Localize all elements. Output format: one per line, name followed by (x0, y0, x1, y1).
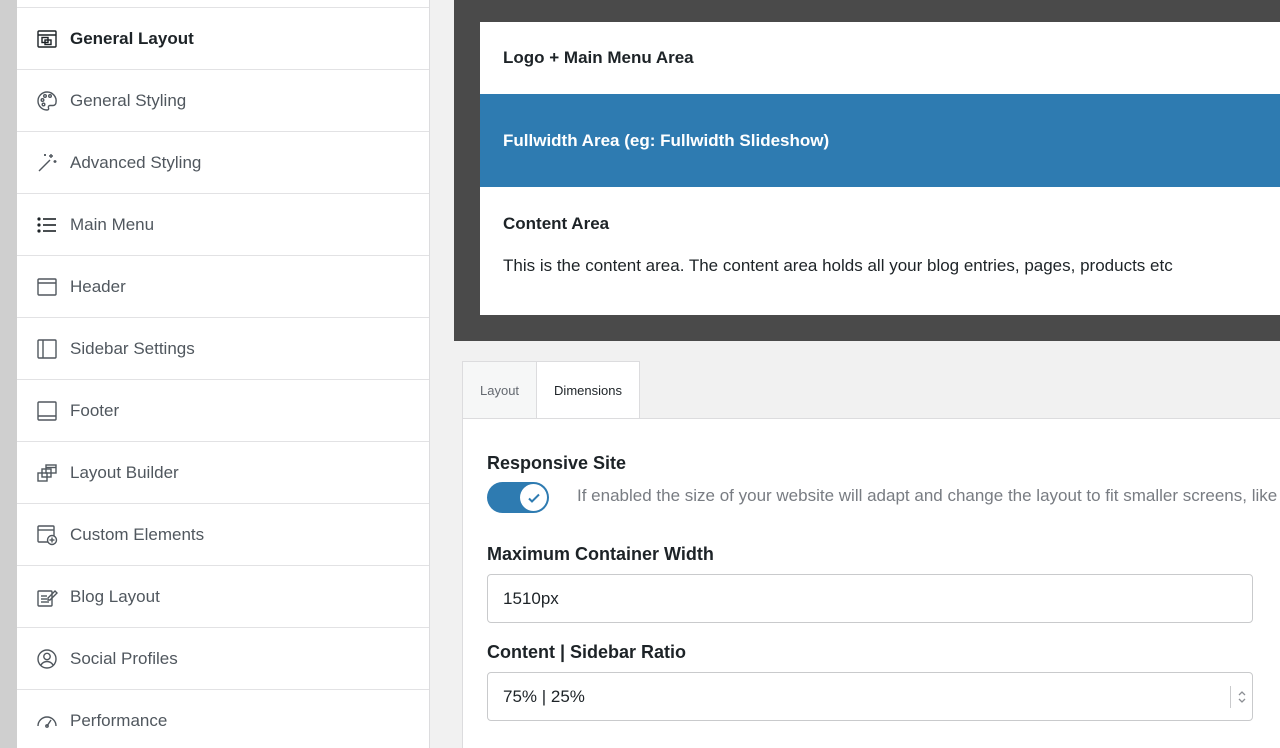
sidebar-item-general-styling[interactable]: General Styling (17, 69, 429, 131)
preview-content-text: This is the content area. The content ar… (503, 256, 1173, 275)
dimensions-panel: Responsive Site If enabled the size of y… (462, 418, 1280, 748)
layout-icon (36, 28, 58, 50)
main-content: Logo + Main Menu Area Fullwidth Area (eg… (430, 0, 1280, 748)
sidebar-item-label: General Styling (70, 90, 187, 110)
sidebar-item-main-menu[interactable]: Main Menu (17, 193, 429, 255)
sidebar-item-footer[interactable]: Footer (17, 379, 429, 441)
list-icon (36, 214, 58, 236)
sidebar-item-performance[interactable]: Performance (17, 689, 429, 748)
sidebar-item-label: Layout Builder (70, 462, 179, 482)
sidebar-item-label: Main Menu (70, 214, 155, 234)
preview-logo-menu-area: Logo + Main Menu Area (480, 22, 1280, 94)
sidebar-item-custom-elements[interactable]: Custom Elements (17, 503, 429, 565)
preview-content-area: Content Area This is the content area. T… (480, 187, 1280, 315)
responsive-site-label: Responsive Site (487, 453, 627, 473)
sidebar-item-general-layout[interactable]: General Layout (17, 7, 429, 69)
sidebar-item-advanced-styling[interactable]: Advanced Styling (17, 131, 429, 193)
ratio-selected-value: 75% | 25% (503, 686, 585, 706)
admin-edge-strip (0, 0, 17, 748)
tab-dimensions[interactable]: Dimensions (537, 361, 640, 419)
header-icon (36, 276, 58, 298)
blog-edit-icon (36, 586, 58, 608)
sidebar-item-label: Sidebar Settings (70, 338, 195, 358)
sidebar-item-label: Footer (70, 400, 120, 420)
sidebar-item-sidebar-settings[interactable]: Sidebar Settings (17, 317, 429, 379)
preview-fullwidth-area: Fullwidth Area (eg: Fullwidth Slideshow) (480, 94, 1280, 187)
sidebar-item-header[interactable]: Header (17, 255, 429, 317)
tab-layout[interactable]: Layout (462, 361, 538, 418)
magic-wand-icon (36, 152, 58, 174)
max-container-width-label: Maximum Container Width (487, 544, 714, 564)
layout-preview: Logo + Main Menu Area Fullwidth Area (eg… (454, 0, 1280, 341)
sidebar-icon (36, 338, 58, 360)
sidebar-item-label: Performance (70, 710, 168, 730)
toggle-knob (520, 484, 547, 511)
sidebar-item-label: Header (70, 276, 126, 296)
sidebar-item-label: Advanced Styling (70, 152, 202, 172)
preview-content-title: Content Area (503, 214, 610, 233)
sidebar-item-layout-builder[interactable]: Layout Builder (17, 441, 429, 503)
responsive-site-toggle[interactable] (487, 482, 549, 513)
sidebar-item-label: Social Profiles (70, 648, 178, 668)
user-circle-icon (36, 648, 58, 670)
settings-sidebar: General Layout General Styling Advanced … (17, 0, 430, 748)
layers-icon (36, 462, 58, 484)
max-container-width-input[interactable] (487, 574, 1253, 623)
sidebar-item-label: Custom Elements (70, 524, 205, 544)
sidebar-item-social-profiles[interactable]: Social Profiles (17, 627, 429, 689)
sidebar-item-label: Blog Layout (70, 586, 160, 606)
gauge-icon (36, 710, 58, 732)
palette-icon (36, 90, 58, 112)
footer-icon (36, 400, 58, 422)
content-sidebar-ratio-label: Content | Sidebar Ratio (487, 642, 687, 662)
sidebar-item-label: General Layout (70, 28, 194, 48)
custom-element-icon (36, 524, 58, 546)
select-arrows-icon (1230, 686, 1252, 708)
checkmark-icon (527, 493, 540, 503)
sidebar-item-blog-layout[interactable]: Blog Layout (17, 565, 429, 627)
content-sidebar-ratio-select[interactable]: 75% | 25% (487, 672, 1253, 721)
responsive-site-description: If enabled the size of your website will… (577, 486, 1280, 505)
settings-tabs: Layout Dimensions (462, 361, 640, 419)
